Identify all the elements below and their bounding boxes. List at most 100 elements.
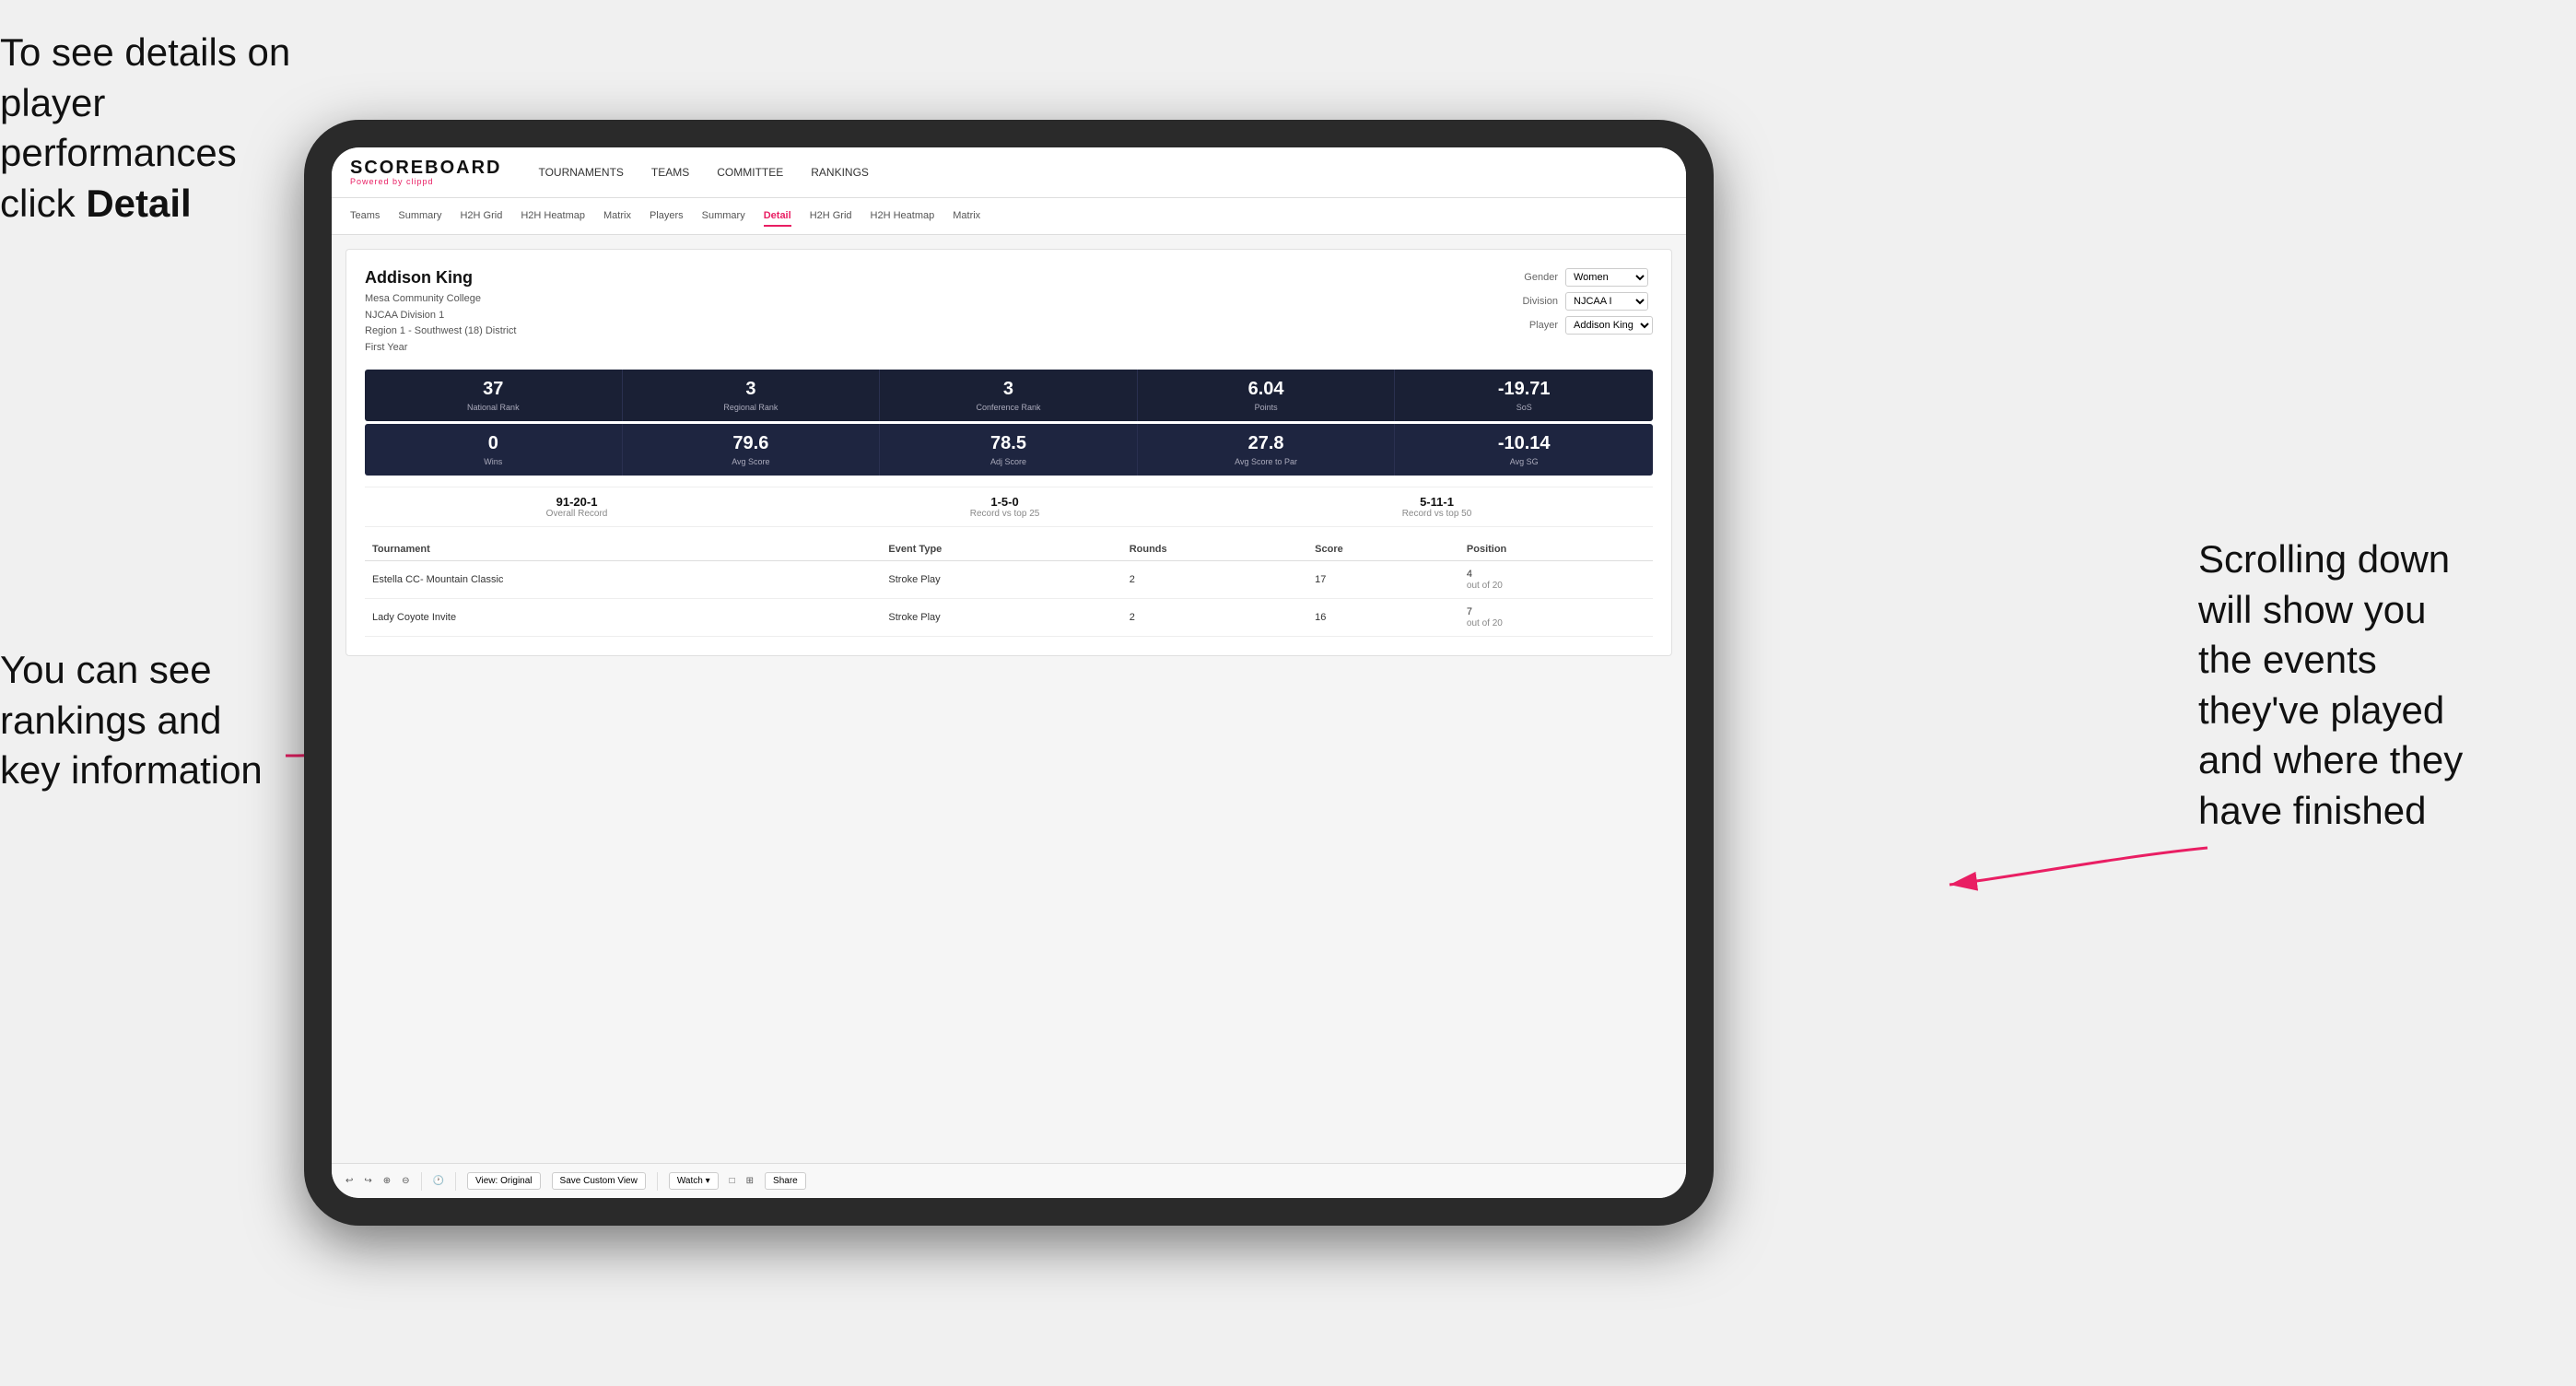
col-rounds: Rounds bbox=[1122, 538, 1307, 561]
record-top50: 5-11-1 Record vs top 50 bbox=[1402, 495, 1472, 519]
stat-avg-score: 79.6 Avg Score bbox=[623, 424, 881, 476]
row1-rounds: 2 bbox=[1122, 561, 1307, 599]
tournament-table: Tournament Event Type Rounds Score Posit… bbox=[365, 538, 1653, 637]
stat-avg-sg-value: -10.14 bbox=[1402, 433, 1645, 454]
annotation-bottom-line1: You can see bbox=[0, 648, 212, 691]
gender-select[interactable]: Women bbox=[1565, 268, 1648, 287]
toolbar-undo[interactable]: ↩ bbox=[345, 1176, 353, 1186]
stat-avg-score-par: 27.8 Avg Score to Par bbox=[1138, 424, 1396, 476]
stat-avg-score-label: Avg Score bbox=[630, 457, 872, 466]
top-nav: SCOREBOARD Powered by clippd TOURNAMENTS… bbox=[332, 147, 1686, 198]
stat-avg-score-par-value: 27.8 bbox=[1145, 433, 1388, 454]
stat-sos-label: SoS bbox=[1402, 403, 1645, 412]
stat-conference-rank: 3 Conference Rank bbox=[880, 370, 1138, 421]
toolbar-icon3[interactable]: □ bbox=[730, 1176, 735, 1186]
stat-wins-label: Wins bbox=[372, 457, 615, 466]
table-body: Estella CC- Mountain Classic Stroke Play… bbox=[365, 561, 1653, 637]
toolbar-icon4[interactable]: ⊞ bbox=[746, 1176, 754, 1186]
row1-event-type: Stroke Play bbox=[881, 561, 1121, 599]
player-select[interactable]: Addison King bbox=[1565, 316, 1653, 335]
stats-row-1: 37 National Rank 3 Regional Rank 3 Confe… bbox=[365, 370, 1653, 421]
division-select[interactable]: NJCAA I bbox=[1565, 292, 1648, 311]
sub-nav-h2h-heatmap[interactable]: H2H Heatmap bbox=[521, 206, 585, 227]
stat-points: 6.04 Points bbox=[1138, 370, 1396, 421]
tablet-screen: SCOREBOARD Powered by clippd TOURNAMENTS… bbox=[332, 147, 1686, 1198]
player-info: Addison King Mesa Community College NJCA… bbox=[365, 268, 516, 356]
gender-filter-row: Gender Women bbox=[1507, 268, 1653, 287]
row1-score: 17 bbox=[1307, 561, 1459, 599]
col-position: Position bbox=[1459, 538, 1653, 561]
stat-adj-score: 78.5 Adj Score bbox=[880, 424, 1138, 476]
logo-powered: Powered by clippd bbox=[350, 177, 501, 186]
player-name: Addison King bbox=[365, 268, 516, 288]
gender-label: Gender bbox=[1507, 272, 1558, 283]
content-area: Addison King Mesa Community College NJCA… bbox=[332, 235, 1686, 1163]
player-region: Region 1 - Southwest (18) District bbox=[365, 323, 516, 340]
col-event-type: Event Type bbox=[881, 538, 1121, 561]
record-top50-value: 5-11-1 bbox=[1402, 495, 1472, 509]
sub-nav-matrix2[interactable]: Matrix bbox=[953, 206, 980, 227]
records-row: 91-20-1 Overall Record 1-5-0 Record vs t… bbox=[365, 487, 1653, 527]
tablet-device: SCOREBOARD Powered by clippd TOURNAMENTS… bbox=[304, 120, 1714, 1226]
share-button[interactable]: Share bbox=[765, 1172, 806, 1190]
stat-national-rank-label: National Rank bbox=[372, 403, 615, 412]
annotation-line3-bold: Detail bbox=[86, 182, 191, 225]
division-label: Division bbox=[1507, 296, 1558, 307]
sub-nav-teams[interactable]: Teams bbox=[350, 206, 380, 227]
player-division: NJCAA Division 1 bbox=[365, 308, 516, 324]
record-top25: 1-5-0 Record vs top 25 bbox=[970, 495, 1040, 519]
annotation-line1: To see details on bbox=[0, 30, 290, 74]
sub-nav-h2h-grid2[interactable]: H2H Grid bbox=[810, 206, 852, 227]
stat-national-rank: 37 National Rank bbox=[365, 370, 623, 421]
player-filters: Gender Women Division NJCAA I bbox=[1507, 268, 1653, 356]
annotation-bottom-line3: key information bbox=[0, 748, 263, 792]
table-row: Estella CC- Mountain Classic Stroke Play… bbox=[365, 561, 1653, 599]
stats-row-2: 0 Wins 79.6 Avg Score 78.5 Adj Score 27.… bbox=[365, 424, 1653, 476]
row2-score: 16 bbox=[1307, 599, 1459, 637]
sub-nav-h2h-heatmap2[interactable]: H2H Heatmap bbox=[871, 206, 935, 227]
row2-tournament: Lady Coyote Invite bbox=[365, 599, 881, 637]
view-original-button[interactable]: View: Original bbox=[467, 1172, 541, 1190]
col-score: Score bbox=[1307, 538, 1459, 561]
nav-items: TOURNAMENTS TEAMS COMMITTEE RANKINGS bbox=[538, 162, 868, 182]
stat-avg-score-value: 79.6 bbox=[630, 433, 872, 454]
annotation-right-line6: have finished bbox=[2198, 789, 2427, 832]
col-tournament: Tournament bbox=[365, 538, 881, 561]
row2-rounds: 2 bbox=[1122, 599, 1307, 637]
toolbar-separator1 bbox=[421, 1172, 422, 1191]
stat-avg-sg-label: Avg SG bbox=[1402, 457, 1645, 466]
stat-adj-score-label: Adj Score bbox=[887, 457, 1130, 466]
annotation-right-line2: will show you bbox=[2198, 588, 2426, 631]
nav-rankings[interactable]: RANKINGS bbox=[811, 162, 869, 182]
stat-national-rank-value: 37 bbox=[372, 379, 615, 400]
toolbar-clock[interactable]: 🕐 bbox=[433, 1176, 444, 1186]
stat-sos-value: -19.71 bbox=[1402, 379, 1645, 400]
toolbar-icon1[interactable]: ⊕ bbox=[383, 1176, 391, 1186]
sub-nav-players[interactable]: Players bbox=[650, 206, 684, 227]
row2-position: 7out of 20 bbox=[1459, 599, 1653, 637]
table-header: Tournament Event Type Rounds Score Posit… bbox=[365, 538, 1653, 561]
player-label: Player bbox=[1507, 320, 1558, 331]
stat-regional-rank-value: 3 bbox=[630, 379, 872, 400]
sub-nav-h2h-grid[interactable]: H2H Grid bbox=[460, 206, 502, 227]
toolbar-separator3 bbox=[657, 1172, 658, 1191]
stat-avg-score-par-label: Avg Score to Par bbox=[1145, 457, 1388, 466]
row1-tournament: Estella CC- Mountain Classic bbox=[365, 561, 881, 599]
sub-nav-summary[interactable]: Summary bbox=[398, 206, 441, 227]
nav-tournaments[interactable]: TOURNAMENTS bbox=[538, 162, 623, 182]
stat-adj-score-value: 78.5 bbox=[887, 433, 1130, 454]
nav-committee[interactable]: COMMITTEE bbox=[717, 162, 783, 182]
row1-position: 4out of 20 bbox=[1459, 561, 1653, 599]
player-header: Addison King Mesa Community College NJCA… bbox=[365, 268, 1653, 356]
sub-nav-matrix[interactable]: Matrix bbox=[603, 206, 631, 227]
player-year: First Year bbox=[365, 340, 516, 357]
watch-button[interactable]: Watch ▾ bbox=[669, 1172, 719, 1190]
sub-nav-summary2[interactable]: Summary bbox=[702, 206, 745, 227]
annotation-bottom-left: You can see rankings and key information bbox=[0, 645, 313, 796]
toolbar-redo[interactable]: ↪ bbox=[364, 1176, 371, 1186]
save-custom-view-button[interactable]: Save Custom View bbox=[552, 1172, 646, 1190]
stat-conference-rank-value: 3 bbox=[887, 379, 1130, 400]
sub-nav-detail[interactable]: Detail bbox=[764, 206, 791, 227]
toolbar-icon2[interactable]: ⊖ bbox=[402, 1176, 409, 1186]
nav-teams[interactable]: TEAMS bbox=[651, 162, 689, 182]
